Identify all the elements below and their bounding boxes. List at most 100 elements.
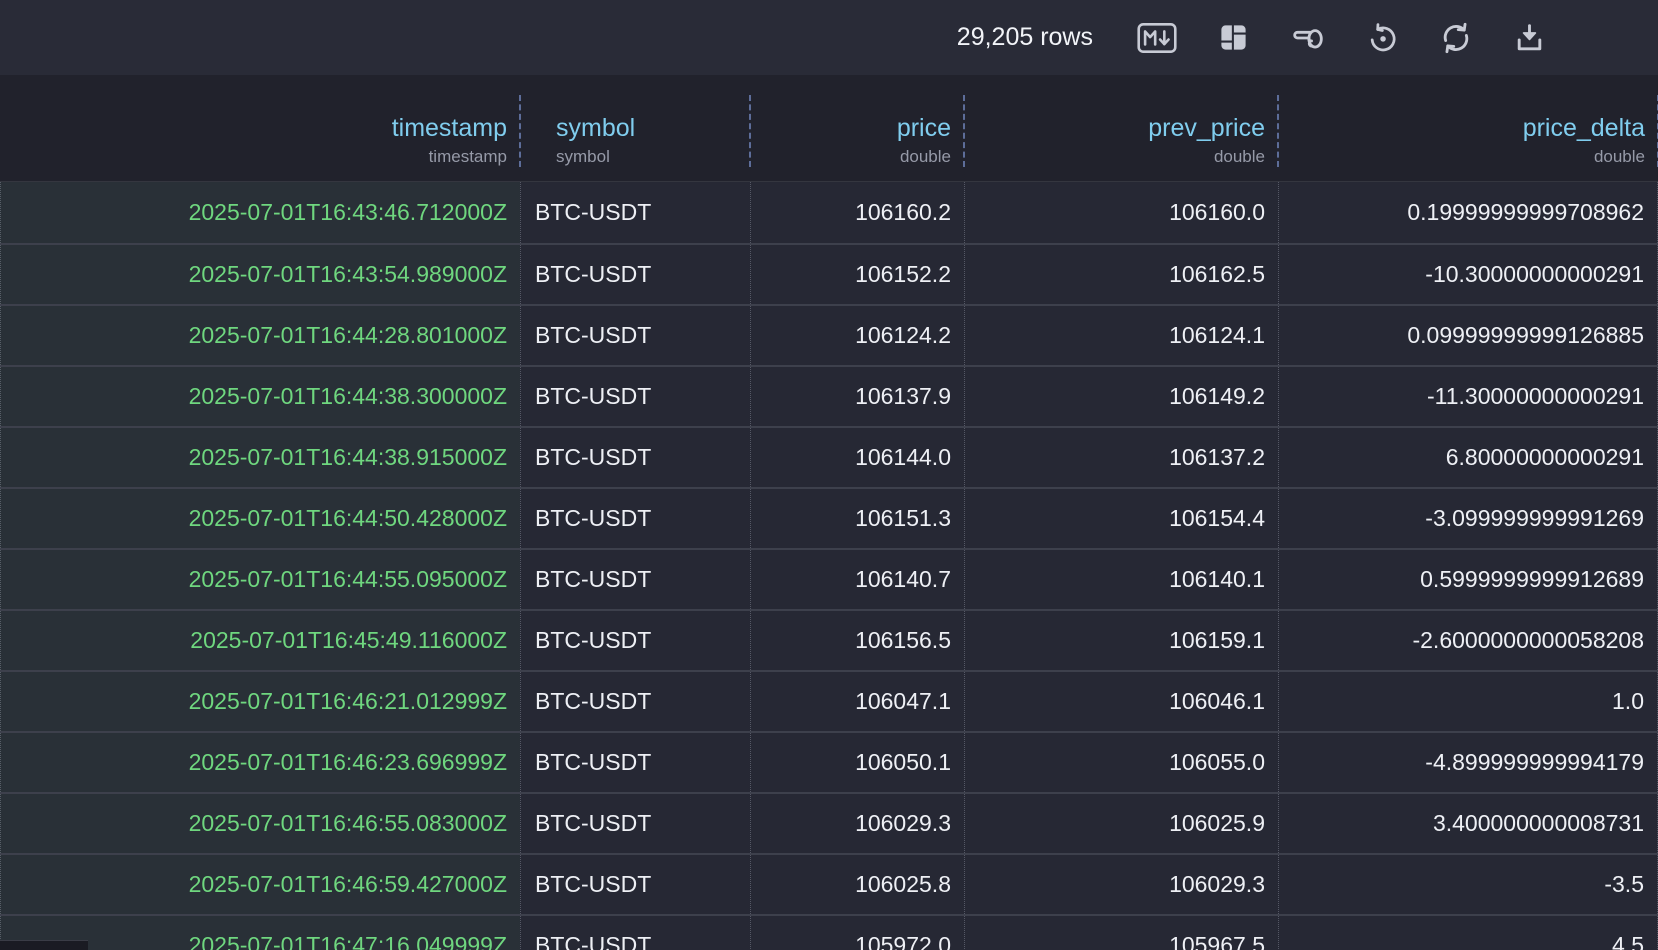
cell-price_delta[interactable]: -2.6000000000058208 — [1278, 611, 1658, 670]
cell-timestamp[interactable]: 2025-07-01T16:46:23.696999Z — [0, 733, 520, 792]
toolbar: 29,205 rows — [0, 0, 1658, 75]
grid-layout-button[interactable] — [1217, 17, 1250, 59]
column-header-price[interactable]: pricedouble — [750, 75, 964, 181]
history-button[interactable] — [1366, 17, 1399, 59]
cell-price[interactable]: 106160.2 — [750, 182, 964, 243]
cell-prev_price[interactable]: 106140.1 — [964, 550, 1278, 609]
cell-price_delta[interactable]: 0.09999999999126885 — [1278, 306, 1658, 365]
cell-timestamp[interactable]: 2025-07-01T16:46:59.427000Z — [0, 855, 520, 914]
cell-price[interactable]: 106140.7 — [750, 550, 964, 609]
cell-prev_price[interactable]: 106149.2 — [964, 367, 1278, 426]
column-name: price_delta — [1278, 114, 1645, 143]
grid-header: timestamptimestampsymbolsymbolpricedoubl… — [0, 75, 1658, 182]
cell-prev_price[interactable]: 106124.1 — [964, 306, 1278, 365]
copy-as-markdown-button[interactable] — [1137, 17, 1177, 59]
cell-price[interactable]: 106050.1 — [750, 733, 964, 792]
cell-prev_price[interactable]: 105967.5 — [964, 916, 1278, 950]
cell-price[interactable]: 106025.8 — [750, 855, 964, 914]
cell-timestamp[interactable]: 2025-07-01T16:46:55.083000Z — [0, 794, 520, 853]
table-row: 2025-07-01T16:44:28.801000ZBTC-USDT10612… — [0, 304, 1658, 365]
cell-symbol[interactable]: BTC-USDT — [520, 306, 750, 365]
cell-price_delta[interactable]: 0.5999999999912689 — [1278, 550, 1658, 609]
cell-symbol[interactable]: BTC-USDT — [520, 428, 750, 487]
cell-price_delta[interactable]: -10.30000000000291 — [1278, 245, 1658, 304]
cell-price[interactable]: 106156.5 — [750, 611, 964, 670]
cell-price[interactable]: 106124.2 — [750, 306, 964, 365]
cell-timestamp[interactable]: 2025-07-01T16:44:50.428000Z — [0, 489, 520, 548]
cell-price_delta[interactable]: 6.80000000000291 — [1278, 428, 1658, 487]
cell-timestamp[interactable]: 2025-07-01T16:46:21.012999Z — [0, 672, 520, 731]
download-button[interactable] — [1513, 17, 1546, 59]
cell-price_delta[interactable]: -3.5 — [1278, 855, 1658, 914]
column-type: double — [750, 148, 951, 167]
column-header-prev_price[interactable]: prev_pricedouble — [964, 75, 1278, 181]
cell-price[interactable]: 106152.2 — [750, 245, 964, 304]
cell-price_delta[interactable]: -4.899999999994179 — [1278, 733, 1658, 792]
column-header-symbol[interactable]: symbolsymbol — [520, 75, 750, 181]
table-row: 2025-07-01T16:43:54.989000ZBTC-USDT10615… — [0, 243, 1658, 304]
cell-symbol[interactable]: BTC-USDT — [520, 672, 750, 731]
cell-symbol[interactable]: BTC-USDT — [520, 489, 750, 548]
cell-prev_price[interactable]: 106154.4 — [964, 489, 1278, 548]
cell-prev_price[interactable]: 106162.5 — [964, 245, 1278, 304]
cell-symbol[interactable]: BTC-USDT — [520, 245, 750, 304]
cell-timestamp[interactable]: 2025-07-01T16:44:38.300000Z — [0, 367, 520, 426]
cell-symbol[interactable]: BTC-USDT — [520, 733, 750, 792]
cell-prev_price[interactable]: 106159.1 — [964, 611, 1278, 670]
cell-prev_price[interactable]: 106046.1 — [964, 672, 1278, 731]
cell-symbol[interactable]: BTC-USDT — [520, 916, 750, 950]
cell-prev_price[interactable]: 106025.9 — [964, 794, 1278, 853]
grid-body: 2025-07-01T16:43:46.712000ZBTC-USDT10616… — [0, 182, 1658, 950]
cell-prev_price[interactable]: 106160.0 — [964, 182, 1278, 243]
column-header-timestamp[interactable]: timestamptimestamp — [0, 75, 520, 181]
cell-timestamp[interactable]: 2025-07-01T16:43:54.989000Z — [0, 245, 520, 304]
table-row: 2025-07-01T16:44:38.300000ZBTC-USDT10613… — [0, 365, 1658, 426]
cell-price_delta[interactable]: 4.5 — [1278, 916, 1658, 950]
column-header-price_delta[interactable]: price_deltadouble — [1278, 75, 1658, 181]
cell-price[interactable]: 106137.9 — [750, 367, 964, 426]
cell-timestamp[interactable]: 2025-07-01T16:44:28.801000Z — [0, 306, 520, 365]
cell-symbol[interactable]: BTC-USDT — [520, 855, 750, 914]
cell-price[interactable]: 106144.0 — [750, 428, 964, 487]
download-icon — [1513, 21, 1546, 54]
cell-prev_price[interactable]: 106029.3 — [964, 855, 1278, 914]
table-row: 2025-07-01T16:46:55.083000ZBTC-USDT10602… — [0, 792, 1658, 853]
flick-scroll-button[interactable] — [1290, 17, 1326, 59]
cell-price_delta[interactable]: -11.30000000000291 — [1278, 367, 1658, 426]
row-count-label: 29,205 rows — [957, 23, 1093, 52]
markdown-download-icon — [1137, 22, 1177, 54]
cell-price[interactable]: 106029.3 — [750, 794, 964, 853]
pointing-hand-icon — [1290, 21, 1326, 55]
horizontal-scrollbar-thumb[interactable] — [0, 940, 88, 950]
cell-symbol[interactable]: BTC-USDT — [520, 367, 750, 426]
cell-prev_price[interactable]: 106137.2 — [964, 428, 1278, 487]
cell-price[interactable]: 105972.0 — [750, 916, 964, 950]
cell-symbol[interactable]: BTC-USDT — [520, 611, 750, 670]
column-name: symbol — [556, 114, 750, 143]
cell-price_delta[interactable]: -3.099999999991269 — [1278, 489, 1658, 548]
cell-symbol[interactable]: BTC-USDT — [520, 550, 750, 609]
column-type: timestamp — [0, 148, 507, 167]
undo-history-icon — [1366, 21, 1399, 54]
table-row: 2025-07-01T16:46:23.696999ZBTC-USDT10605… — [0, 731, 1658, 792]
table-row: 2025-07-01T16:46:59.427000ZBTC-USDT10602… — [0, 853, 1658, 914]
cell-price_delta[interactable]: 0.19999999999708962 — [1278, 182, 1658, 243]
cell-price[interactable]: 106151.3 — [750, 489, 964, 548]
column-type: double — [1278, 148, 1645, 167]
refresh-button[interactable] — [1439, 17, 1473, 59]
cell-price[interactable]: 106047.1 — [750, 672, 964, 731]
cell-prev_price[interactable]: 106055.0 — [964, 733, 1278, 792]
cell-symbol[interactable]: BTC-USDT — [520, 182, 750, 243]
cell-symbol[interactable]: BTC-USDT — [520, 794, 750, 853]
data-grid: timestamptimestampsymbolsymbolpricedoubl… — [0, 75, 1658, 950]
cell-timestamp[interactable]: 2025-07-01T16:45:49.116000Z — [0, 611, 520, 670]
cell-timestamp[interactable]: 2025-07-01T16:44:55.095000Z — [0, 550, 520, 609]
cell-timestamp[interactable]: 2025-07-01T16:43:46.712000Z — [0, 182, 520, 243]
column-type: double — [964, 148, 1265, 167]
cell-price_delta[interactable]: 1.0 — [1278, 672, 1658, 731]
table-row: 2025-07-01T16:45:49.116000ZBTC-USDT10615… — [0, 609, 1658, 670]
table-row: 2025-07-01T16:44:55.095000ZBTC-USDT10614… — [0, 548, 1658, 609]
table-row: 2025-07-01T16:47:16.049999ZBTC-USDT10597… — [0, 914, 1658, 950]
cell-timestamp[interactable]: 2025-07-01T16:44:38.915000Z — [0, 428, 520, 487]
cell-price_delta[interactable]: 3.400000000008731 — [1278, 794, 1658, 853]
